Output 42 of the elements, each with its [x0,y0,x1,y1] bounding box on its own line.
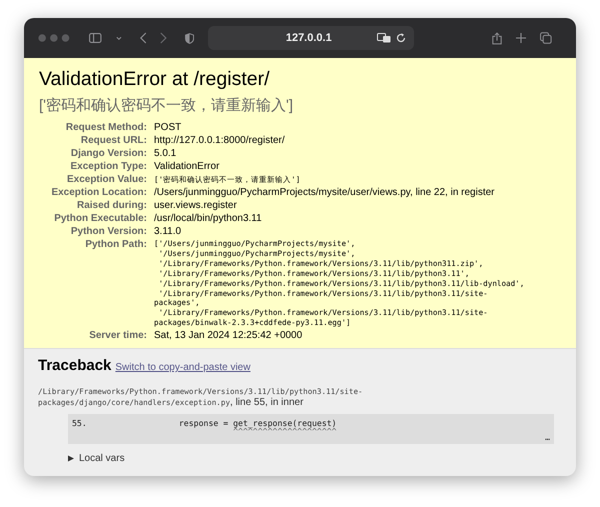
chevron-down-icon[interactable] [116,36,122,40]
back-icon[interactable] [140,31,146,45]
field-label: Python Path: [84,238,148,252]
field-label: Request URL: [80,134,148,147]
field-label: Request Method: [64,121,148,134]
share-icon[interactable] [492,30,502,46]
field-value: user.views.register [154,200,237,211]
traceback-heading: Traceback [38,357,112,374]
copy-paste-link[interactable]: Switch to copy-and-paste view [115,362,250,374]
field-value: Sat, 13 Jan 2024 12:25:42 +0000 [154,330,302,342]
field-label: Python Executable: [39,212,154,225]
field-value: ValidationError [154,161,220,172]
error-title: ValidationError at /register/ [39,67,270,92]
field-value: /usr/local/bin/python3.11 [154,213,262,224]
more-indicator[interactable]: … [545,433,550,442]
local-vars-toggle[interactable]: Local vars [68,453,562,464]
field-value: 5.0.1 [154,148,176,159]
field-value: /Users/junmingguo/PycharmProjects/mysite/user/views.py, line 22, in register [154,187,494,198]
address-field[interactable]: 127.0.0.1 [208,26,414,50]
new-tab-icon[interactable] [516,32,526,44]
reload-icon[interactable] [396,33,406,43]
field-value: 3.11.0 [154,226,182,237]
tabs-overview-icon[interactable] [540,31,552,45]
field-label: Python Version: [39,225,154,238]
line-number: 55. [72,419,88,428]
field-label: Django Version: [39,147,154,160]
field-value: POST [154,122,182,133]
field-label: Server time: [88,329,148,342]
field-label: Exception Value: [66,173,148,186]
shield-icon[interactable] [185,32,194,44]
error-carets: ^^^^^^^^^^^^^^^^^^^^^ [232,428,337,436]
field-label: Raised during: [76,199,148,212]
disclosure-triangle-icon[interactable] [68,455,74,462]
frame-location: , line 55, in inner [230,397,304,408]
field-label: Exception Type: [39,160,154,173]
error-message: ['密码和确认密码不一致，请重新输入'] [39,96,294,115]
field-value: http://127.0.0.1:8000/register/ [154,135,285,146]
forward-icon[interactable] [160,31,168,45]
field-label: Exception Location: [39,186,154,199]
code-line: response = get_response(request) [178,419,337,428]
sidebar-icon[interactable] [89,32,102,44]
translate-icon[interactable] [377,33,392,43]
